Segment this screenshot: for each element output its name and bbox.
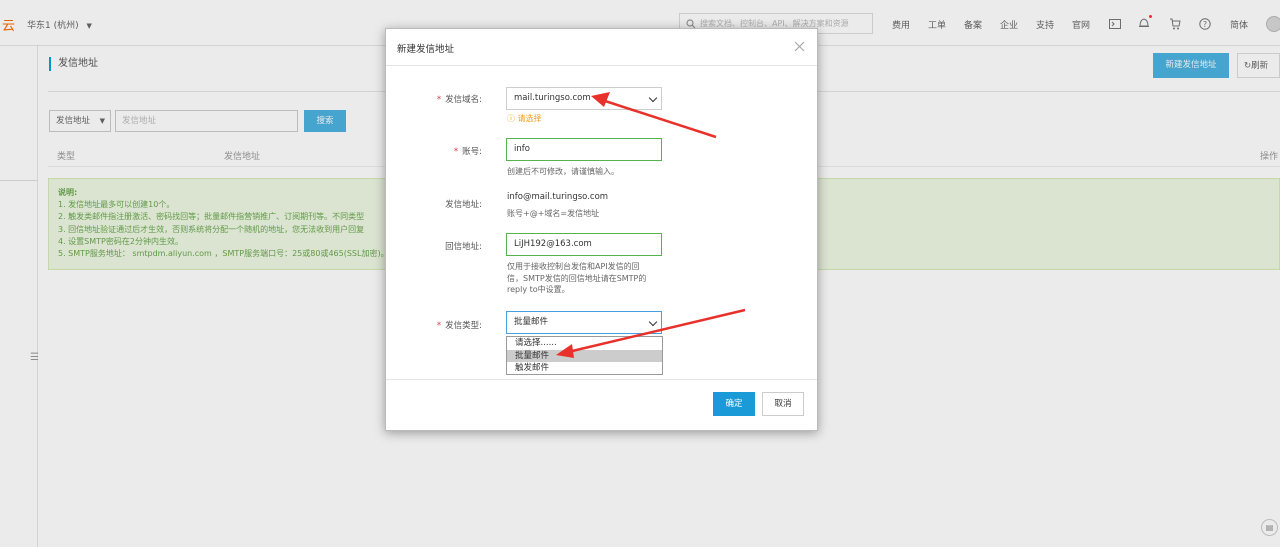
annotation-arrows	[556, 92, 746, 358]
annotation-arrow	[591, 92, 717, 139]
annotation-arrow	[556, 308, 746, 358]
